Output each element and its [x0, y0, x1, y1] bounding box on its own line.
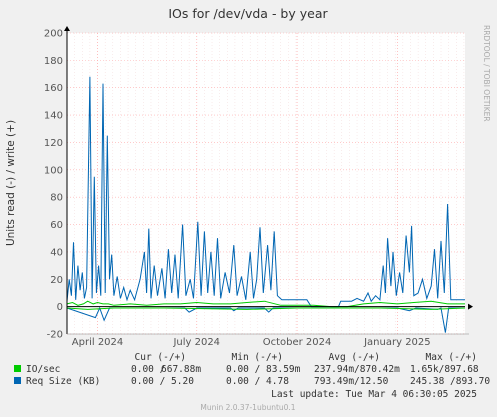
- legend-label-io: IO/sec: [26, 364, 60, 375]
- chart: -20 0 20 40 60 80 100 120 140 160 180 200 April 2024…: [5, 6, 491, 412]
- y-tick-label: 120: [44, 138, 63, 149]
- legend-header-cur: Cur (-/+): [135, 352, 186, 363]
- y-tick-label: 180: [44, 56, 63, 67]
- y-tick-label: 40: [50, 247, 63, 258]
- legend-req-avg: 793.49m/12.50: [314, 376, 389, 387]
- x-tick-label: April 2024: [72, 337, 123, 348]
- y-tick-label: 0: [57, 302, 63, 313]
- x-tick-label: October 2024: [263, 337, 332, 348]
- y-axis-label: Units read (-) / write (+): [5, 120, 17, 246]
- legend-swatch-io: [14, 365, 21, 372]
- y-tick-label: -20: [47, 330, 63, 341]
- legend-io-cur2: 667.88m: [161, 364, 201, 375]
- y-tick-label: 160: [44, 83, 63, 94]
- plot-area: [67, 33, 465, 334]
- legend-io-max: 1.65k/897.68: [410, 364, 479, 375]
- y-tick-label: 200: [44, 29, 63, 40]
- legend-io-min: 0.00 / 83.59m: [226, 364, 301, 375]
- y-tick-label: 20: [50, 275, 63, 286]
- y-tick-label: 140: [44, 111, 63, 122]
- y-axis-arrow: [64, 26, 70, 31]
- legend-label-req: Req Size (KB): [26, 376, 100, 387]
- x-axis-arrow: [468, 303, 473, 310]
- y-tick-label: 80: [50, 193, 63, 204]
- x-tick-label: July 2024: [172, 337, 220, 348]
- legend-req-max: 245.38 /893.70: [410, 376, 490, 387]
- last-update: Last update: Tue Mar 4 06:30:05 2025: [271, 389, 477, 400]
- legend-header-avg: Avg (-/+): [329, 352, 380, 363]
- legend-swatch-req: [14, 377, 21, 384]
- y-tick-label: 100: [44, 165, 63, 176]
- footer: Munin 2.0.37-1ubuntu0.1: [200, 403, 295, 412]
- y-tick-label: 60: [50, 220, 63, 231]
- chart-title: IOs for /dev/vda - by year: [168, 6, 328, 21]
- legend-io-avg: 237.94m/870.42m: [314, 364, 400, 375]
- legend-header-min: Min (-/+): [232, 352, 283, 363]
- legend-header-max: Max (-/+): [426, 352, 477, 363]
- side-label: RRDTOOL / TOBI OETIKER: [482, 25, 491, 122]
- legend-req-min: 0.00 / 4.78: [226, 376, 289, 387]
- legend-req-cur: 0.00 / 5.20: [131, 376, 194, 387]
- x-tick-label: January 2025: [363, 337, 431, 348]
